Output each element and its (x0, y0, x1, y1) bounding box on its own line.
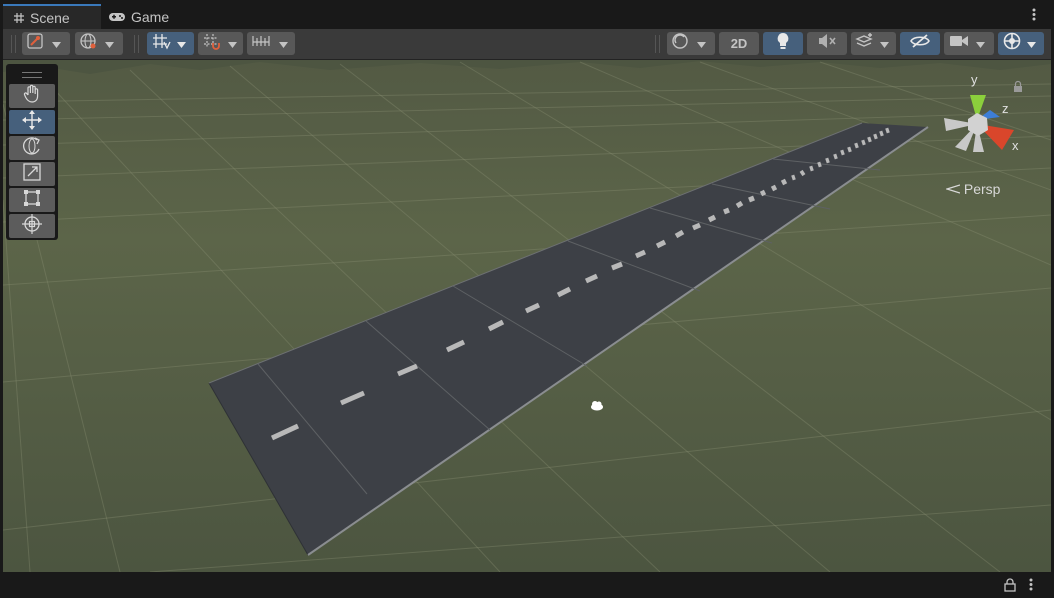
axis-x-label: x (1012, 138, 1019, 153)
shading-mode-icon (671, 32, 689, 55)
chevron-down-icon (1027, 35, 1036, 53)
chevron-down-icon (279, 35, 288, 53)
projection-label: Persp (963, 181, 1001, 197)
chevron-down-icon (105, 35, 114, 53)
ruler-icon (251, 33, 271, 54)
toolbar-separator (138, 35, 139, 53)
toolbar-separator (659, 35, 660, 53)
tab-bar: Scene Game (0, 0, 1054, 29)
rotate-tool-icon (21, 135, 43, 162)
chevron-down-icon (52, 35, 61, 53)
scene-viewport[interactable]: y z x (3, 60, 1051, 572)
ruler-button[interactable] (247, 32, 295, 55)
lighting-toggle-button[interactable] (763, 32, 803, 55)
audio-toggle-button[interactable] (807, 32, 847, 55)
tools-overlay (6, 64, 58, 240)
rect-tool-button[interactable] (9, 188, 55, 212)
chevron-down-icon (228, 35, 237, 53)
tab-label: Scene (30, 9, 70, 26)
projection-toggle[interactable]: Persp (944, 181, 1001, 197)
increment-snap-button[interactable] (198, 32, 243, 55)
gizmos-icon (1002, 31, 1022, 56)
grid-snap-button[interactable] (147, 32, 194, 55)
rotate-tool-button[interactable] (9, 136, 55, 160)
toolbar-grip (15, 35, 16, 53)
rect-tool-icon (22, 188, 42, 213)
increment-snap-icon (202, 32, 222, 55)
tab-scene[interactable]: Scene (3, 4, 101, 29)
hand-tool-button[interactable] (9, 84, 55, 108)
camera-settings-button[interactable] (944, 32, 994, 55)
panel-drag-handle[interactable] (22, 72, 42, 78)
draw-mode-button[interactable] (667, 32, 715, 55)
lightbulb-icon (776, 32, 790, 55)
tab-label: Game (131, 8, 170, 25)
visibility-hidden-icon (909, 33, 931, 54)
global-local-button[interactable] (75, 32, 123, 55)
audio-mute-icon (817, 33, 837, 54)
grid-snap-icon (151, 32, 171, 55)
gizmo-orient-icon (26, 32, 44, 55)
scene-toolbar: 2D (3, 29, 1051, 60)
camera-icon (949, 34, 969, 53)
status-bar (0, 572, 1054, 598)
toolbar-separator (655, 35, 656, 53)
hand-tool-icon (23, 84, 41, 109)
more-options-icon[interactable] (1032, 8, 1036, 21)
chevron-down-icon (976, 35, 985, 53)
chevron-down-icon (177, 35, 186, 53)
gizmo-orient-button[interactable] (22, 32, 70, 55)
scene-canvas: y z x (3, 60, 1051, 572)
gamepad-icon (108, 11, 126, 23)
scene-grid-icon (13, 12, 25, 24)
scale-tool-icon (22, 162, 42, 187)
transform-tool-button[interactable] (9, 213, 55, 240)
move-tool-button[interactable] (9, 109, 55, 136)
chevron-down-icon (880, 35, 889, 53)
scene-visibility-button[interactable] (900, 32, 940, 55)
gizmos-button[interactable] (998, 32, 1044, 55)
tab-game[interactable]: Game (108, 4, 188, 29)
scale-tool-button[interactable] (9, 162, 55, 186)
2d-mode-button[interactable]: 2D (719, 32, 759, 55)
chevron-down-icon (697, 35, 706, 53)
axis-z-label: z (1002, 101, 1009, 116)
move-tool-icon (21, 109, 43, 136)
axis-y-label: y (971, 72, 978, 87)
2d-label: 2D (730, 36, 748, 51)
more-options-icon[interactable] (1029, 578, 1033, 596)
effects-button[interactable] (851, 32, 896, 55)
global-icon (79, 32, 97, 55)
transform-tool-icon (21, 213, 43, 240)
toolbar-separator (134, 35, 135, 53)
lock-icon[interactable] (1004, 578, 1016, 597)
effects-icon (855, 32, 875, 55)
toolbar-grip (11, 35, 12, 53)
perspective-icon (944, 181, 961, 197)
